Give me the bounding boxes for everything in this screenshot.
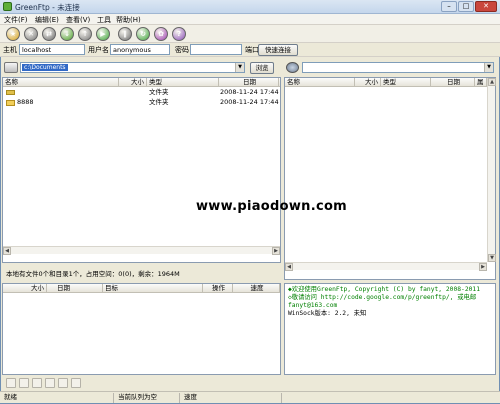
log-line: fanyt@163.com xyxy=(288,302,338,309)
star-icon[interactable]: ★ xyxy=(6,27,20,41)
log-line: ◆欢迎使用GreenFtp, Copyright (C) by fanyt, 2… xyxy=(288,286,480,293)
col-date[interactable]: 日期 xyxy=(219,78,279,87)
title-bar[interactable]: GreenFtp - 未连接 – □ ✕ xyxy=(0,0,500,14)
menu-help[interactable]: 帮助(H) xyxy=(116,15,141,25)
password-input[interactable] xyxy=(190,44,242,55)
row-type: 文件夹 xyxy=(149,98,169,106)
maximize-button[interactable]: □ xyxy=(458,1,474,12)
remote-vscrollbar[interactable]: ▲ ▼ xyxy=(487,78,496,262)
folder-icon[interactable] xyxy=(45,378,55,388)
local-path-bar: c:\Documents ▼ 浏览 xyxy=(2,61,281,75)
menu-file[interactable]: 文件(F) xyxy=(4,15,28,25)
menu-view[interactable]: 查看(V) xyxy=(66,15,90,25)
status-queue: 当前队列为空 xyxy=(116,393,180,403)
col-size[interactable]: 大小 xyxy=(119,78,147,87)
col-date[interactable]: 日期 xyxy=(431,78,475,87)
browse-button[interactable]: 浏览 xyxy=(250,62,274,74)
local-file-list: 名称 大小 类型 日期 文件夹 2008-11-24 17:44 8888 文件… xyxy=(2,77,281,263)
help-icon[interactable]: ? xyxy=(172,27,186,41)
new-file-icon[interactable] xyxy=(6,378,16,388)
folder-icon xyxy=(6,100,15,106)
list-item[interactable]: 文件夹 2008-11-24 17:44 xyxy=(3,88,280,97)
app-icon xyxy=(3,2,12,11)
scroll-left-icon[interactable]: ◀ xyxy=(285,263,293,271)
delete-icon[interactable] xyxy=(71,378,81,388)
port-label: 端口 xyxy=(245,46,259,54)
row-type: 文件夹 xyxy=(149,88,169,96)
col-name[interactable]: 名称 xyxy=(3,78,119,87)
toolbar: ★ ✕ ⇄ ↓ ↑ ▶ ∥ ↻ ✿? xyxy=(0,25,500,43)
menu-tools[interactable]: 工具 xyxy=(97,15,111,25)
scroll-up-icon[interactable]: ▲ xyxy=(488,78,496,86)
scroll-right-icon[interactable]: ▶ xyxy=(479,263,487,271)
col-attr[interactable]: 属 xyxy=(475,78,487,87)
local-path-value: c:\Documents xyxy=(22,64,68,71)
scroll-left-icon[interactable]: ◀ xyxy=(3,247,11,255)
local-path-combo[interactable]: c:\Documents ▼ xyxy=(20,62,245,73)
up-folder-icon xyxy=(6,90,15,95)
remote-list-header: 名称 大小 类型 日期 属 xyxy=(285,78,487,87)
refresh-icon[interactable]: ↻ xyxy=(136,27,150,41)
window-title: GreenFtp - 未连接 xyxy=(15,3,80,12)
pause-icon[interactable]: ∥ xyxy=(118,27,132,41)
col-target[interactable]: 目标 xyxy=(103,284,203,293)
gear-icon[interactable]: ✿ xyxy=(154,27,168,41)
remote-path-bar: ▼ xyxy=(284,61,496,75)
chevron-down-icon[interactable]: ▼ xyxy=(484,63,493,72)
user-label: 用户名 xyxy=(88,46,109,54)
col-speed[interactable]: 速度 xyxy=(233,284,280,293)
remote-hscrollbar[interactable]: ◀ ▶ xyxy=(285,262,487,271)
log-line: ◇敬请访问 http://code.google.com/p/greenftp/… xyxy=(288,294,477,301)
transfer-queue: 大小 日期 目标 操作 速度 xyxy=(2,283,281,375)
local-hscrollbar[interactable]: ◀ ▶ xyxy=(3,246,280,255)
chevron-down-icon[interactable]: ▼ xyxy=(235,63,244,72)
local-status-text: 本地有文件0个和目录1个，占用空间：0(0)，剩余：1964M xyxy=(6,270,180,278)
col-name[interactable]: 名称 xyxy=(285,78,355,87)
close-button[interactable]: ✕ xyxy=(475,1,497,12)
password-label: 密码 xyxy=(175,46,189,54)
host-input[interactable]: localhost xyxy=(19,44,85,55)
quick-connect-button[interactable]: 快速连接 xyxy=(258,44,298,56)
play-icon[interactable]: ▶ xyxy=(96,27,110,41)
col-type[interactable]: 类型 xyxy=(381,78,431,87)
status-bar: 就绪 当前队列为空 速度 xyxy=(0,391,500,403)
transfer-icon[interactable]: ⇄ xyxy=(42,27,56,41)
move-up-icon[interactable] xyxy=(19,378,29,388)
scroll-down-icon[interactable]: ▼ xyxy=(488,254,496,262)
menu-bar: 文件(F) 编辑(E) 查看(V) 工具 帮助(H) xyxy=(0,14,500,25)
watermark-text: www.piaodown.com xyxy=(196,199,348,214)
upload-icon[interactable]: ↑ xyxy=(78,27,92,41)
col-date[interactable]: 日期 xyxy=(47,284,103,293)
move-down-icon[interactable] xyxy=(32,378,42,388)
remote-path-combo[interactable]: ▼ xyxy=(302,62,494,73)
log-line: WinSock版本: 2.2, 未知 xyxy=(288,310,367,317)
username-input[interactable]: anonymous xyxy=(110,44,170,55)
row-date: 2008-11-24 17:44 xyxy=(220,98,279,106)
connection-bar: 主机 localhost 用户名 anonymous 密码 端口 21 快速连接 xyxy=(0,43,500,57)
col-type[interactable]: 类型 xyxy=(147,78,219,87)
save-icon[interactable] xyxy=(58,378,68,388)
download-icon[interactable]: ↓ xyxy=(60,27,74,41)
row-date: 2008-11-24 17:44 xyxy=(220,88,279,96)
close-icon[interactable]: ✕ xyxy=(24,27,38,41)
queue-header: 大小 日期 目标 操作 速度 xyxy=(3,284,280,293)
remote-file-list: 名称 大小 类型 日期 属 ▲ ▼ ◀ ▶ xyxy=(284,77,496,280)
col-size[interactable]: 大小 xyxy=(3,284,47,293)
host-label: 主机 xyxy=(3,46,17,54)
drive-icon xyxy=(4,62,18,73)
row-name: 8888 xyxy=(17,98,34,106)
status-speed: 速度 xyxy=(182,393,282,403)
status-ready: 就绪 xyxy=(2,393,114,403)
list-item[interactable]: 8888 文件夹 2008-11-24 17:44 xyxy=(3,98,280,107)
log-panel: ◆欢迎使用GreenFtp, Copyright (C) by fanyt, 2… xyxy=(284,283,496,375)
menu-edit[interactable]: 编辑(E) xyxy=(35,15,59,25)
minimize-button[interactable]: – xyxy=(441,1,457,12)
local-list-header: 名称 大小 类型 日期 xyxy=(3,78,280,87)
scroll-right-icon[interactable]: ▶ xyxy=(272,247,280,255)
globe-icon xyxy=(286,62,299,73)
col-size[interactable]: 大小 xyxy=(355,78,381,87)
col-operation[interactable]: 操作 xyxy=(203,284,233,293)
